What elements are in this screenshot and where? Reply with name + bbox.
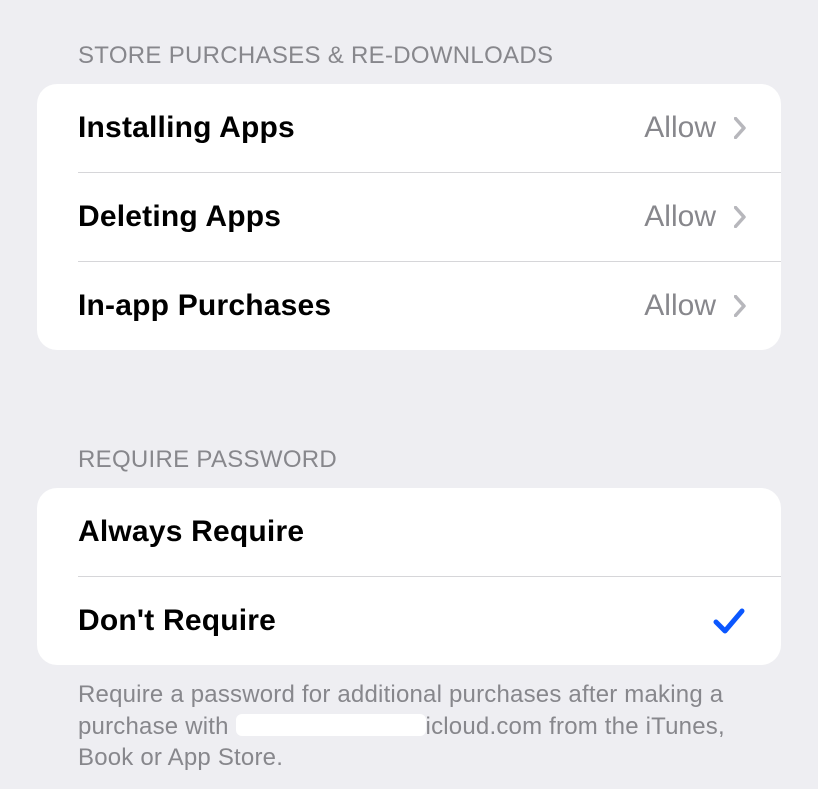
password-section-footer: Require a password for additional purcha… (0, 665, 818, 774)
chevron-right-icon (734, 295, 746, 317)
checkmark-icon (712, 604, 746, 638)
row-label: Installing Apps (78, 111, 644, 145)
row-installing-apps[interactable]: Installing Apps Allow (37, 84, 781, 172)
row-label: Don't Require (78, 604, 712, 638)
chevron-right-icon (734, 206, 746, 228)
redacted-email-localpart (236, 714, 426, 736)
row-label: Deleting Apps (78, 200, 644, 234)
footer-domain: icloud.com (426, 713, 543, 740)
row-always-require[interactable]: Always Require (37, 488, 781, 576)
row-dont-require[interactable]: Don't Require (37, 577, 781, 665)
row-label: Always Require (78, 515, 746, 549)
row-value: Allow (644, 200, 716, 234)
row-value: Allow (644, 289, 716, 323)
row-value: Allow (644, 111, 716, 145)
row-label: In-app Purchases (78, 289, 644, 323)
row-in-app-purchases[interactable]: In-app Purchases Allow (37, 262, 781, 350)
store-section-header: Store Purchases & Re-downloads (0, 42, 818, 84)
chevron-right-icon (734, 117, 746, 139)
row-deleting-apps[interactable]: Deleting Apps Allow (37, 173, 781, 261)
password-section-header: Require Password (0, 446, 818, 488)
store-section-card: Installing Apps Allow Deleting Apps Allo… (37, 84, 781, 350)
password-section-card: Always Require Don't Require (37, 488, 781, 665)
